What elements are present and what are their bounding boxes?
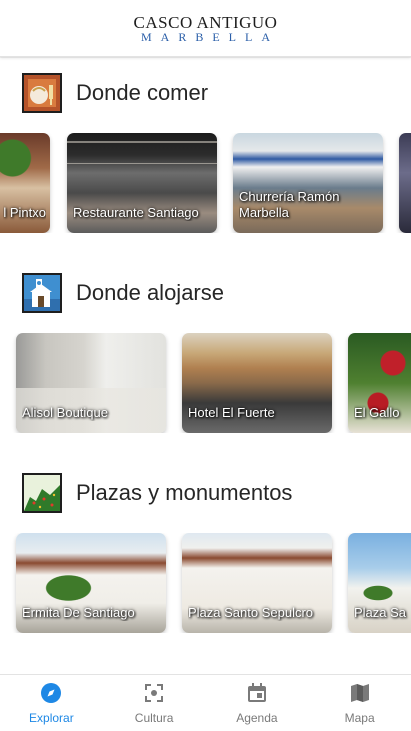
tab-label: Cultura <box>134 711 174 725</box>
logo-subtitle: MARBELLA <box>141 29 279 44</box>
hotel-icon <box>22 273 62 313</box>
card-label: Plaza Santo Sepulcro <box>188 605 314 620</box>
restaurant-icon <box>22 73 62 113</box>
section-title: Donde comer <box>76 80 209 105</box>
place-card[interactable]: Hotel El Fuerte <box>182 333 332 433</box>
place-card[interactable]: Plaza Sa <box>348 533 411 633</box>
section-plazas-monumentos: Plazas y monumentos <box>0 472 411 514</box>
card-label: Hotel El Fuerte <box>188 405 275 420</box>
carousel-donde-comer[interactable]: l Pintxo Restaurante Santiago Churrería … <box>0 133 411 233</box>
card-label: El Gallo <box>354 405 400 420</box>
card-label: Ermita De Santiago <box>22 605 135 620</box>
place-card[interactable]: Churrería Ramón Marbella <box>233 133 383 233</box>
carousel-donde-alojarse[interactable]: Alisol Boutique Hotel El Fuerte El Gallo <box>0 333 411 433</box>
scan-icon <box>145 684 164 702</box>
tab-cultura[interactable]: Cultura <box>103 675 206 731</box>
tab-explorar[interactable]: Explorar <box>0 675 103 731</box>
place-card[interactable]: Restaurante Santiago <box>67 133 217 233</box>
calendar-icon <box>247 683 266 702</box>
tab-mapa[interactable]: Mapa <box>308 675 411 731</box>
tab-label: Agenda <box>236 711 278 725</box>
place-card[interactable]: Alisol Boutique <box>16 333 166 433</box>
card-label: l Pintxo <box>3 205 46 220</box>
card-label: Restaurante Santiago <box>73 205 199 220</box>
section-donde-comer: Donde comer <box>0 72 411 114</box>
place-card[interactable]: El Gallo <box>348 333 411 433</box>
tab-label: Mapa <box>344 711 375 725</box>
section-title: Plazas y monumentos <box>76 480 293 505</box>
explore-feed[interactable]: Donde comer l Pintxo Restaurante Santiag… <box>0 58 411 674</box>
place-card[interactable]: Ermita De Santiago <box>16 533 166 633</box>
app-logo: CASCO ANTIGUO MARBELLA <box>132 14 279 43</box>
card-label: Churrería Ramón Marbella <box>239 189 340 220</box>
section-title: Donde alojarse <box>76 280 224 305</box>
logo-title: CASCO ANTIGUO <box>133 12 278 32</box>
place-card[interactable] <box>399 133 411 233</box>
monument-icon <box>22 473 62 513</box>
carousel-plazas-monumentos[interactable]: Ermita De Santiago Plaza Santo Sepulcro … <box>0 533 411 633</box>
app-header: CASCO ANTIGUO MARBELLA <box>0 0 411 57</box>
map-icon <box>350 684 369 702</box>
section-donde-alojarse: Donde alojarse <box>0 272 411 314</box>
card-label: Plaza Sa <box>354 605 407 620</box>
tab-agenda[interactable]: Agenda <box>206 675 309 731</box>
compass-icon <box>41 683 62 703</box>
tab-label: Explorar <box>29 711 74 725</box>
card-label: Alisol Boutique <box>22 405 108 420</box>
place-card[interactable]: l Pintxo <box>0 133 50 233</box>
place-card[interactable]: Plaza Santo Sepulcro <box>182 533 332 633</box>
bottom-navigation: Explorar Cultura Agenda Mapa <box>0 674 411 731</box>
